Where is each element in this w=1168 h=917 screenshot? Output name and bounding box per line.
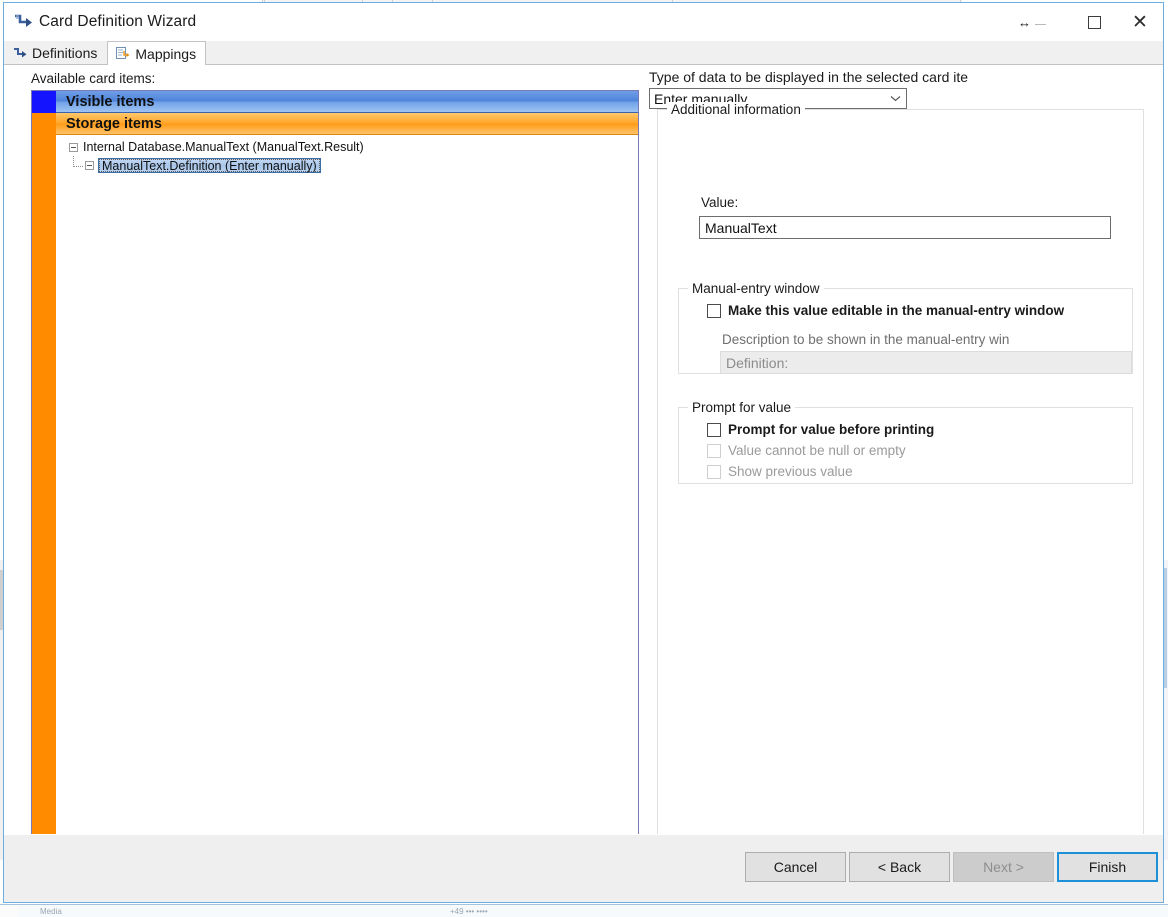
chevron-down-icon[interactable]: [884, 95, 906, 102]
close-button[interactable]: ✕: [1117, 3, 1163, 41]
make-value-editable-label: Make this value editable in the manual-e…: [728, 303, 1064, 318]
wizard-arrow-icon: [13, 13, 33, 31]
minimize-button[interactable]: ↔: [1009, 3, 1071, 41]
dialog-footer: Cancel < Back Next > Finish: [4, 834, 1163, 902]
collapse-icon[interactable]: [85, 161, 94, 170]
make-value-editable-checkbox-row[interactable]: Make this value editable in the manual-e…: [707, 303, 1064, 318]
maximize-button[interactable]: [1071, 3, 1117, 41]
make-value-editable-checkbox[interactable]: [707, 304, 721, 318]
available-card-items-tree[interactable]: Visible items Storage items Internal Dat…: [31, 90, 639, 896]
finish-button[interactable]: Finish: [1057, 852, 1158, 882]
value-label: Value:: [701, 195, 738, 210]
tree-group-visible-items[interactable]: Visible items: [32, 91, 638, 113]
tab-strip: Definitions Mappings: [4, 41, 1163, 65]
tree-node-label: Internal Database.ManualText (ManualText…: [83, 140, 364, 154]
description-input[interactable]: Definition:: [720, 351, 1132, 374]
arrow-icon: [13, 47, 27, 60]
prompt-for-value-title: Prompt for value: [688, 400, 795, 415]
maximize-icon: [1088, 16, 1101, 29]
prompt-for-value-groupbox: Prompt for value Prompt for value before…: [678, 407, 1133, 484]
manual-entry-window-title: Manual-entry window: [688, 281, 824, 296]
value-input[interactable]: ManualText: [699, 216, 1111, 239]
close-icon: ✕: [1132, 13, 1148, 32]
tab-definitions[interactable]: Definitions: [4, 41, 107, 64]
tab-definitions-label: Definitions: [32, 45, 97, 61]
tree-group-storage-items-label: Storage items: [56, 113, 638, 135]
group-color-swatch-orange: [32, 113, 56, 135]
group-color-swatch-blue: [32, 91, 56, 113]
title-bar[interactable]: Card Definition Wizard ↔ ✕: [4, 3, 1163, 41]
additional-information-title: Additional information: [667, 102, 805, 117]
window-title: Card Definition Wizard: [39, 13, 196, 31]
dialog-body: Available card items: Visible items Stor…: [4, 65, 1163, 834]
prompt-before-printing-checkbox-row[interactable]: Prompt for value before printing: [707, 422, 934, 437]
window-controls: ↔ ✕: [1009, 3, 1163, 41]
back-button[interactable]: < Back: [849, 852, 950, 882]
tab-mappings[interactable]: Mappings: [107, 41, 206, 65]
tree-group-storage-items[interactable]: Storage items: [32, 113, 638, 135]
show-previous-value-checkbox-row[interactable]: Show previous value: [707, 464, 853, 479]
next-button: Next >: [953, 852, 1054, 882]
prompt-before-printing-label: Prompt for value before printing: [728, 422, 934, 437]
value-cannot-be-null-checkbox[interactable]: [707, 444, 721, 458]
card-definition-wizard-dialog: Card Definition Wizard ↔ ✕ Definitions: [3, 2, 1164, 903]
manual-entry-window-groupbox: Manual-entry window Make this value edit…: [678, 288, 1133, 374]
value-cannot-be-null-label: Value cannot be null or empty: [728, 443, 906, 458]
tree-node[interactable]: Internal Database.ManualText (ManualText…: [56, 138, 638, 156]
background-window-bottom-row: Media +49 ••• ••••: [0, 904, 1168, 917]
available-card-items-label: Available card items:: [31, 71, 155, 86]
cancel-button[interactable]: Cancel: [745, 852, 846, 882]
tree-group-visible-items-label: Visible items: [56, 91, 638, 113]
minimize-icon: [1035, 24, 1046, 25]
type-of-data-label: Type of data to be displayed in the sele…: [649, 69, 968, 85]
storage-items-rail: [32, 113, 56, 873]
additional-information-groupbox: Additional information Value: ManualText…: [657, 109, 1144, 894]
collapse-icon[interactable]: [69, 143, 78, 152]
description-label: Description to be shown in the manual-en…: [722, 332, 1009, 347]
tab-mappings-label: Mappings: [135, 46, 196, 62]
value-cannot-be-null-checkbox-row[interactable]: Value cannot be null or empty: [707, 443, 906, 458]
tree-node[interactable]: ManualText.Definition (Enter manually): [56, 156, 638, 174]
tree-node-list: Internal Database.ManualText (ManualText…: [56, 135, 638, 873]
prompt-before-printing-checkbox[interactable]: [707, 423, 721, 437]
tree-connector-icon: [73, 156, 83, 167]
mappings-icon: [116, 47, 130, 60]
tree-node-label-selected: ManualText.Definition (Enter manually): [98, 158, 321, 173]
resize-cursor-icon: ↔: [1018, 16, 1031, 29]
show-previous-value-label: Show previous value: [728, 464, 853, 479]
show-previous-value-checkbox[interactable]: [707, 465, 721, 479]
